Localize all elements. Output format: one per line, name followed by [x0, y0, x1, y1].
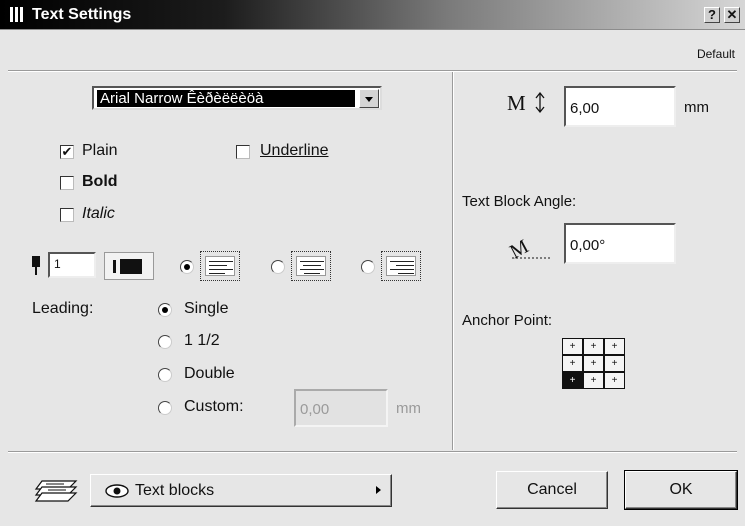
leading-single-label: Single — [184, 300, 229, 317]
leading-single-radio[interactable] — [158, 303, 172, 317]
plain-label: Plain — [82, 142, 118, 159]
window-title: Text Settings — [32, 6, 132, 23]
font-dropdown[interactable]: Arial Narrow Êèðèëëèöà — [92, 86, 382, 110]
bold-label: Bold — [82, 173, 118, 190]
bold-checkbox[interactable] — [60, 176, 74, 190]
align-left-radio[interactable] — [180, 260, 194, 274]
close-button[interactable]: ✕ — [724, 7, 740, 23]
leading-one-half-label: 1 1/2 — [184, 332, 220, 349]
divider-top — [8, 70, 737, 72]
layer-menu-button[interactable]: Text blocks — [90, 474, 392, 507]
title-bar: Text Settings ? ✕ — [0, 0, 745, 30]
underline-checkbox[interactable] — [236, 145, 250, 159]
layer-menu-label: Text blocks — [135, 482, 215, 499]
leading-label: Leading: — [32, 300, 94, 317]
leading-custom-field[interactable]: 0,00 — [294, 389, 388, 427]
pen-number-field[interactable]: 1 — [48, 252, 96, 278]
pen-icon — [32, 256, 40, 275]
text-size-unit: mm — [684, 99, 709, 116]
app-icon — [10, 7, 26, 23]
chevron-down-icon[interactable] — [359, 89, 379, 108]
default-button[interactable]: Default — [697, 47, 735, 61]
divider-vertical — [452, 72, 454, 450]
svg-text:M: M — [507, 92, 526, 114]
italic-checkbox[interactable] — [60, 208, 74, 222]
text-height-icon: M — [507, 92, 545, 114]
leading-double-label: Double — [184, 365, 235, 382]
align-right-radio[interactable] — [361, 260, 375, 274]
eye-icon — [105, 484, 129, 498]
anchor-label: Anchor Point: — [462, 312, 553, 329]
help-button[interactable]: ? — [704, 7, 720, 23]
font-dropdown-value: Arial Narrow Êèðèëëèöà — [97, 90, 355, 107]
align-right-icon[interactable] — [381, 251, 421, 281]
leading-one-half-radio[interactable] — [158, 335, 172, 349]
chevron-right-icon — [376, 486, 381, 494]
leading-double-radio[interactable] — [158, 368, 172, 382]
leading-custom-label: Custom: — [184, 398, 244, 415]
italic-label: Italic — [82, 205, 115, 222]
pen-color-swatch[interactable] — [104, 252, 154, 280]
angle-label: Text Block Angle: — [462, 193, 577, 210]
leading-custom-unit: mm — [396, 400, 421, 417]
align-center-radio[interactable] — [271, 260, 285, 274]
text-angle-icon: M — [508, 235, 550, 262]
cancel-button[interactable]: Cancel — [496, 471, 608, 509]
divider-bottom — [8, 451, 737, 453]
text-size-field[interactable]: 6,00 — [564, 86, 676, 127]
align-center-icon[interactable] — [291, 251, 331, 281]
layers-icon — [34, 480, 78, 502]
plain-checkbox[interactable]: ✔ — [60, 145, 74, 159]
ok-button[interactable]: OK — [624, 470, 738, 510]
angle-field[interactable]: 0,00° — [564, 223, 676, 264]
underline-label: Underline — [260, 142, 329, 159]
leading-custom-radio[interactable] — [158, 401, 172, 415]
align-left-icon[interactable] — [200, 251, 240, 281]
